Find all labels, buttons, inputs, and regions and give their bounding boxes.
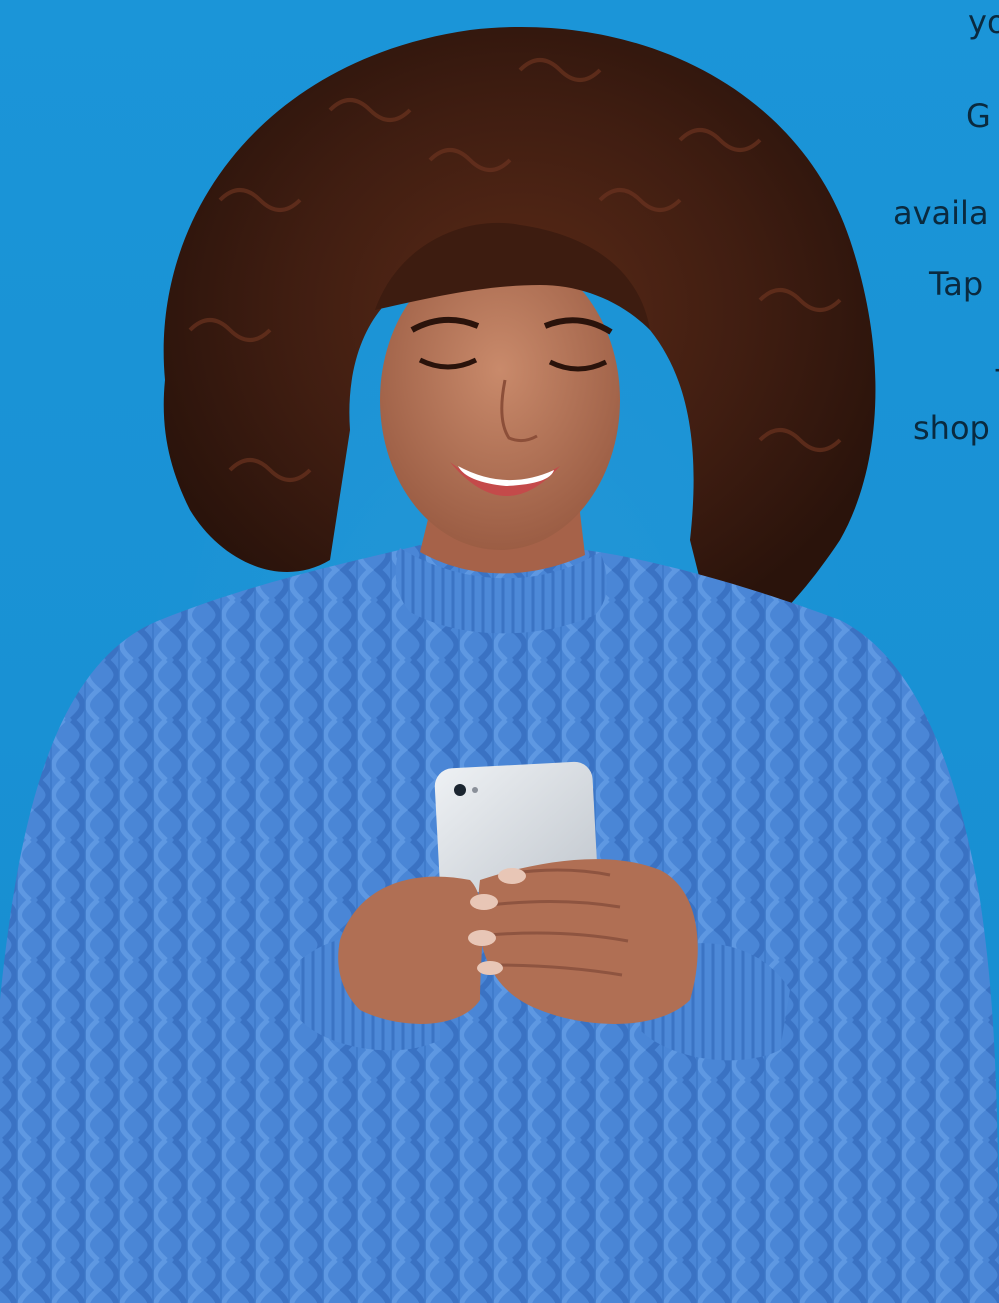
photo-frame: yo G availa Tap - shop: [0, 0, 999, 1303]
woman-with-phone-photo: [0, 26, 999, 1303]
face: [375, 222, 650, 550]
